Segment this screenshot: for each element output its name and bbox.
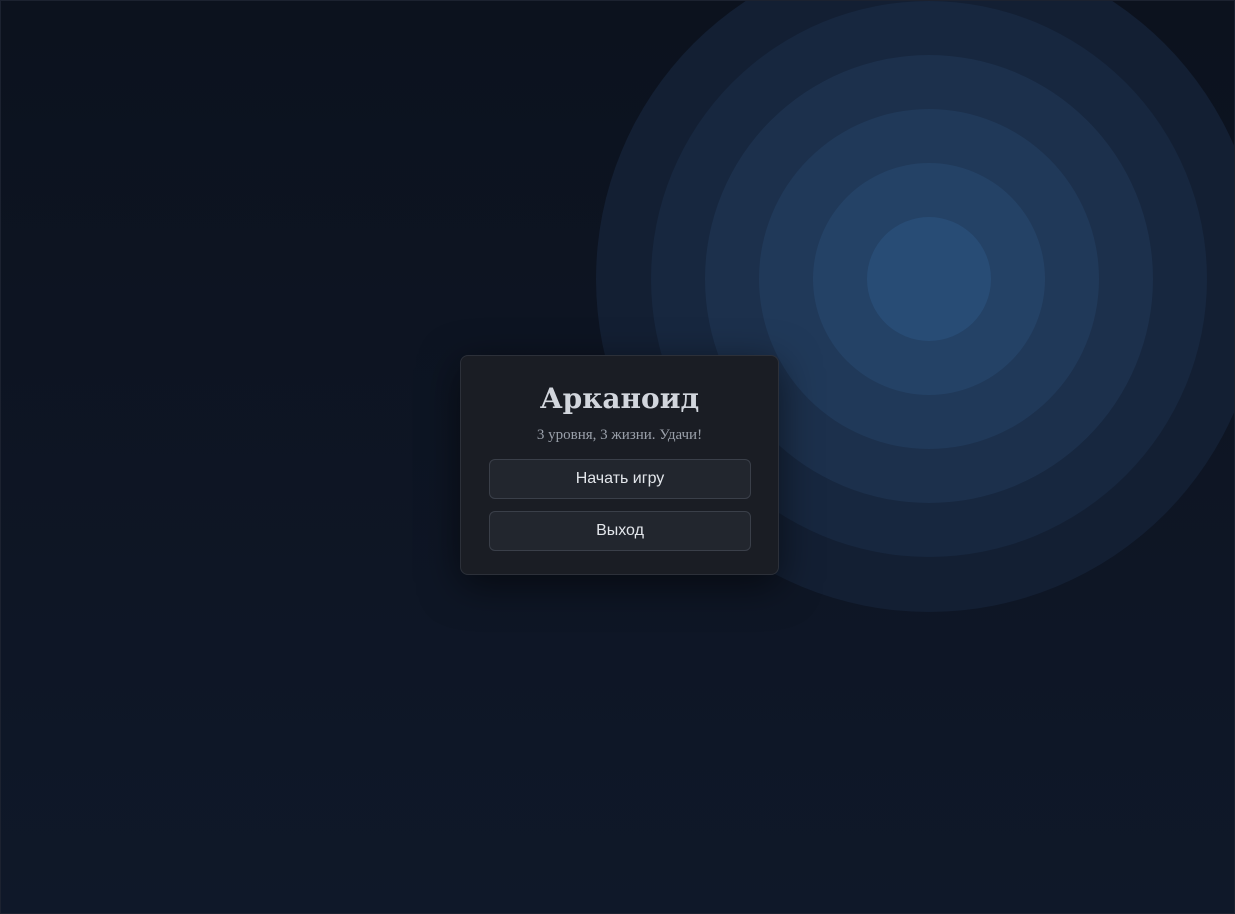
game-screen: Арканоид 3 уровня, 3 жизни. Удачи! Начат… [0,0,1235,914]
exit-button[interactable]: Выход [489,511,751,551]
game-title: Арканоид [539,382,700,415]
start-game-button[interactable]: Начать игру [489,459,751,499]
main-menu-dialog: Арканоид 3 уровня, 3 жизни. Удачи! Начат… [460,355,779,575]
game-subtitle: 3 уровня, 3 жизни. Удачи! [536,427,703,443]
glow-ring-6 [867,217,991,341]
